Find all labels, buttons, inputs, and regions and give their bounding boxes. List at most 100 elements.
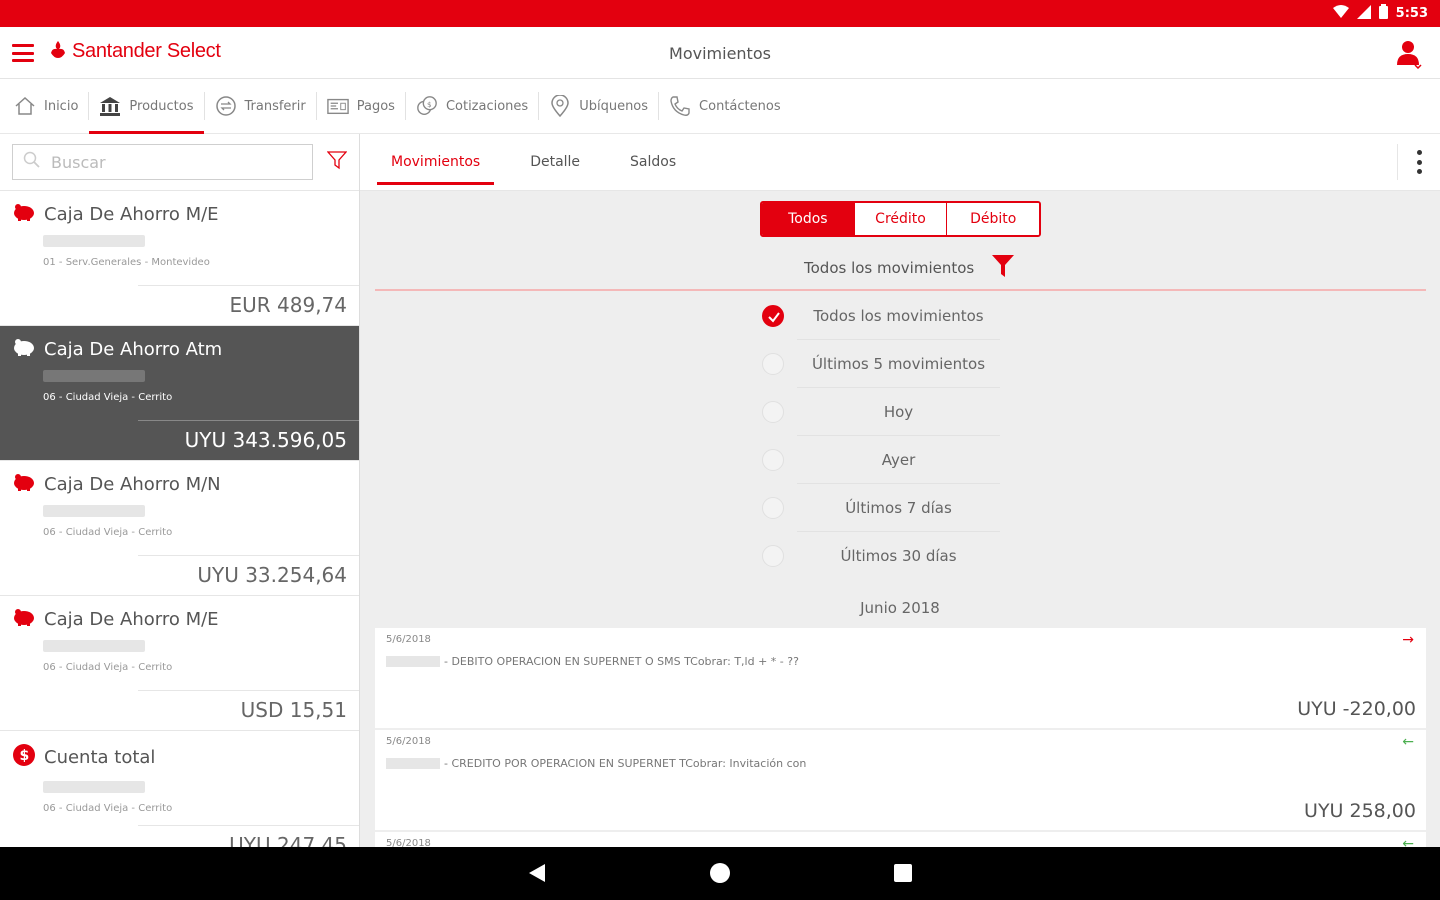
filter-option[interactable]: Ayer <box>760 436 1000 484</box>
filter-option[interactable]: Últimos 7 días <box>760 484 1000 532</box>
svg-text:$: $ <box>20 748 30 764</box>
segment-todos[interactable]: Todos <box>762 203 855 235</box>
nav-label: Contáctenos <box>699 98 781 114</box>
masked-account-number <box>43 640 145 652</box>
nav-inicio[interactable]: Inicio <box>4 79 88 134</box>
movement-row[interactable]: 5/6/2018 - CREDITO POR OPERACION EN SUPE… <box>375 730 1426 830</box>
coins-icon: $ <box>416 95 438 117</box>
detail-tabs: Movimientos Detalle Saldos <box>360 134 1440 191</box>
movement-description: - DEBITO OPERACION EN SUPERNET O SMS TCo… <box>444 655 799 668</box>
masked-text <box>386 656 440 667</box>
credit-arrow-icon: ← <box>1402 734 1414 750</box>
transfer-icon <box>215 95 237 117</box>
account-branch: 06 - Ciudad Vieja - Cerrito <box>43 803 173 814</box>
account-balance: UYU 343.596,05 <box>184 428 347 452</box>
account-item[interactable]: Caja De Ahorro M/E 06 - Ciudad Vieja - C… <box>0 596 359 731</box>
masked-account-number <box>43 235 145 247</box>
account-branch: 06 - Ciudad Vieja - Cerrito <box>43 527 173 538</box>
movement-row[interactable]: 5/6/2018 - DEBITO OPERACION EN SUPERNET … <box>375 628 1426 728</box>
nav-label: Transferir <box>244 98 306 114</box>
radio-unchecked[interactable] <box>762 497 784 519</box>
recent-apps-icon[interactable] <box>894 864 912 882</box>
tab-movimientos[interactable]: Movimientos <box>377 134 495 191</box>
account-item[interactable]: Caja De Ahorro M/N 06 - Ciudad Vieja - C… <box>0 461 359 596</box>
radio-unchecked[interactable] <box>762 353 784 375</box>
svg-text:$: $ <box>427 100 432 109</box>
search-row <box>0 134 359 191</box>
movement-amount: UYU 258,00 <box>1304 800 1416 822</box>
home-button-icon[interactable] <box>710 863 730 883</box>
user-profile-icon[interactable] <box>1396 39 1424 70</box>
movement-date: 5/6/2018 <box>386 838 431 847</box>
account-balance: UYU 33.254,64 <box>197 563 347 587</box>
divider <box>1397 144 1398 180</box>
nav-label: Cotizaciones <box>445 98 529 114</box>
account-balance: UYU 247,45 <box>229 833 347 847</box>
account-name: Cuenta total <box>44 746 156 768</box>
filter-option[interactable]: Todos los movimientos <box>760 292 1000 340</box>
piggy-bank-icon <box>12 473 36 495</box>
nav-ubiquenos[interactable]: Ubíquenos <box>539 79 658 134</box>
movement-type-segmented-control: Todos Crédito Débito <box>760 201 1041 237</box>
battery-icon <box>1378 4 1388 23</box>
debit-arrow-icon: → <box>1402 632 1414 648</box>
movements-panel: Movimientos Detalle Saldos Todos Crédito… <box>360 134 1440 847</box>
back-icon[interactable] <box>529 864 545 882</box>
movement-row[interactable]: 5/6/2018 ← <box>375 832 1426 847</box>
filter-option[interactable]: Hoy <box>760 388 1000 436</box>
bank-icon <box>99 95 121 117</box>
search-input[interactable] <box>51 152 291 172</box>
nav-transferir[interactable]: Transferir <box>205 79 316 134</box>
filter-option[interactable]: Últimos 5 movimientos <box>760 340 1000 388</box>
radio-unchecked[interactable] <box>762 545 784 567</box>
nav-productos[interactable]: Productos <box>89 79 204 134</box>
piggy-bank-icon <box>12 608 36 630</box>
option-label: Hoy <box>883 403 914 421</box>
segment-debito[interactable]: Débito <box>947 203 1039 235</box>
nav-contactenos[interactable]: Contáctenos <box>659 79 791 134</box>
system-navigation-bar <box>0 847 1440 900</box>
nav-cotizaciones[interactable]: $ Cotizaciones <box>406 79 538 134</box>
account-item[interactable]: $ Cuenta total 06 - Ciudad Vieja - Cerri… <box>0 731 359 847</box>
divider <box>375 289 1426 291</box>
masked-text <box>386 758 440 769</box>
nav-label: Inicio <box>44 98 79 114</box>
account-name: Caja De Ahorro M/E <box>44 203 219 225</box>
search-icon <box>23 151 41 173</box>
filter-options: Todos los movimientos Últimos 5 movimien… <box>760 292 1000 580</box>
main-navigation: Inicio Productos Transferir Pagos $ Coti… <box>0 79 1440 134</box>
account-name: Caja De Ahorro M/E <box>44 608 219 630</box>
tab-detalle[interactable]: Detalle <box>516 134 594 191</box>
account-branch: 06 - Ciudad Vieja - Cerrito <box>43 662 173 673</box>
account-balance: EUR 489,74 <box>229 293 347 317</box>
account-balance: USD 15,51 <box>240 698 347 722</box>
account-item-selected[interactable]: Caja De Ahorro Atm 06 - Ciudad Vieja - C… <box>0 326 359 461</box>
search-box[interactable] <box>12 144 313 180</box>
radio-unchecked[interactable] <box>762 401 784 423</box>
home-icon <box>14 95 36 117</box>
masked-account-number <box>43 505 145 517</box>
radio-unchecked[interactable] <box>762 449 784 471</box>
radio-checked[interactable] <box>762 305 784 327</box>
divider <box>138 690 359 691</box>
wifi-icon <box>1332 4 1349 23</box>
more-options-icon[interactable] <box>1416 150 1422 174</box>
option-label: Todos los movimientos <box>813 307 984 325</box>
app-bar: Santander Select Movimientos <box>0 27 1440 79</box>
filter-header[interactable]: Todos los movimientos <box>804 254 1015 282</box>
filter-icon[interactable] <box>326 150 348 174</box>
account-branch: 06 - Ciudad Vieja - Cerrito <box>43 392 173 403</box>
tab-saldos[interactable]: Saldos <box>616 134 690 191</box>
movement-description-row: - CREDITO POR OPERACION EN SUPERNET TCob… <box>386 757 806 770</box>
segment-credito[interactable]: Crédito <box>854 203 948 235</box>
option-label: Últimos 5 movimientos <box>811 355 986 373</box>
account-branch: 01 - Serv.Generales - Montevideo <box>43 257 210 268</box>
status-time: 5:53 <box>1395 6 1428 21</box>
account-item[interactable]: Caja De Ahorro M/E 01 - Serv.Generales -… <box>0 191 359 326</box>
location-pin-icon <box>549 95 571 117</box>
nav-pagos[interactable]: Pagos <box>317 79 405 134</box>
filter-option[interactable]: Últimos 30 días <box>760 532 1000 580</box>
accounts-sidebar: Caja De Ahorro M/E 01 - Serv.Generales -… <box>0 134 360 847</box>
divider <box>138 555 359 556</box>
month-header: Junio 2018 <box>860 599 940 617</box>
